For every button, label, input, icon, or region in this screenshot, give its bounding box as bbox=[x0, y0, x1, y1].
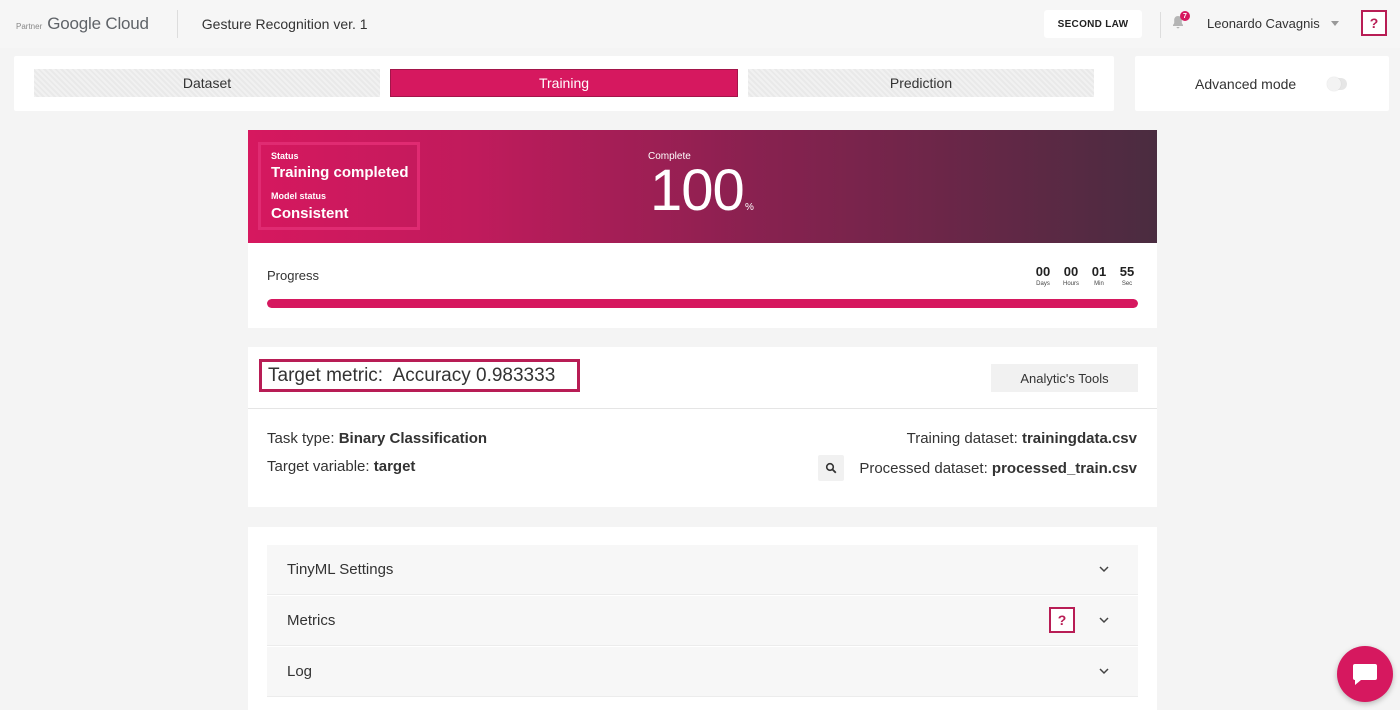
google-cloud-partner-logo[interactable]: Partner Google Cloud bbox=[16, 14, 149, 34]
progress-card: Progress 00 Days 00 Hours 01 Min 55 Sec bbox=[248, 243, 1157, 328]
status-box: Status Training completed Model status C… bbox=[258, 142, 420, 230]
countdown-unit: Sec bbox=[1121, 281, 1133, 287]
search-icon-glyph bbox=[825, 462, 837, 474]
accordion-title: Log bbox=[287, 663, 313, 680]
target-metric: Target metric: Accuracy 0.983333 bbox=[259, 359, 580, 392]
divider bbox=[248, 408, 1157, 409]
chevron-down-icon[interactable] bbox=[1098, 563, 1110, 575]
accordion-title: Metrics bbox=[287, 612, 336, 629]
status-label: Status bbox=[271, 151, 299, 161]
accordion-tinyml-settings[interactable]: TinyML Settings bbox=[267, 545, 1138, 595]
advanced-mode-label: Advanced mode bbox=[1195, 76, 1297, 92]
metrics-help-button[interactable]: ? bbox=[1049, 607, 1075, 633]
chat-bubble-icon[interactable] bbox=[1337, 646, 1393, 702]
countdown-value: 01 bbox=[1091, 264, 1107, 279]
analytics-tools-button[interactable]: Analytic's Tools bbox=[991, 364, 1138, 392]
accordion-title: TinyML Settings bbox=[287, 561, 394, 578]
status-value: Training completed bbox=[271, 164, 409, 181]
countdown-unit: Hours bbox=[1062, 281, 1079, 287]
chevron-down-icon[interactable] bbox=[1098, 614, 1110, 626]
top-header: Partner Google Cloud Gesture Recognition… bbox=[0, 0, 1400, 48]
notification-badge: 7 bbox=[1180, 11, 1190, 21]
countdown-hours: 00 Hours bbox=[1061, 265, 1081, 287]
tab-prediction[interactable]: Prediction bbox=[748, 69, 1094, 97]
tab-training[interactable]: Training bbox=[390, 69, 738, 97]
target-variable-value: target bbox=[373, 458, 416, 475]
chat-bubble-glyph bbox=[1353, 664, 1377, 685]
target-variable-label: Target variable: bbox=[267, 458, 370, 475]
user-name[interactable]: Leonardo Cavagnis bbox=[1207, 16, 1320, 31]
header-divider-right bbox=[1160, 12, 1161, 38]
task-type: Task type: Binary Classification bbox=[267, 430, 487, 447]
accordion-log[interactable]: Log bbox=[267, 647, 1138, 697]
progress-bar-fill bbox=[267, 299, 1138, 308]
project-title: Gesture Recognition ver. 1 bbox=[201, 16, 368, 32]
training-status-banner: Status Training completed Model status C… bbox=[248, 130, 1157, 243]
header-divider bbox=[176, 10, 178, 38]
training-dataset-label: Training dataset: bbox=[906, 430, 1018, 447]
training-dataset-value: trainingdata.csv bbox=[1021, 430, 1137, 447]
accordion-metrics[interactable]: Metrics ? bbox=[267, 596, 1138, 646]
advanced-mode-panel: Advanced mode bbox=[1135, 56, 1389, 111]
details-accordion: TinyML Settings Metrics ? Log bbox=[248, 527, 1157, 710]
tab-dataset[interactable]: Dataset bbox=[34, 69, 380, 97]
model-status-label: Model status bbox=[271, 191, 327, 201]
organization-button[interactable]: SECOND LAW bbox=[1044, 10, 1142, 38]
advanced-mode-toggle[interactable] bbox=[1327, 77, 1347, 91]
search-icon[interactable] bbox=[818, 455, 844, 481]
countdown-value: 00 bbox=[1063, 264, 1079, 279]
complete-unit: % bbox=[745, 202, 754, 213]
progress-bar bbox=[267, 299, 1138, 308]
processed-dataset-label: Processed dataset: bbox=[859, 460, 988, 477]
elapsed-countdown: 00 Days 00 Hours 01 Min 55 Sec bbox=[1033, 265, 1137, 287]
chevron-down-icon[interactable] bbox=[1098, 665, 1110, 677]
countdown-value: 00 bbox=[1035, 264, 1051, 279]
task-type-value: Binary Classification bbox=[338, 430, 488, 447]
countdown-days: 00 Days bbox=[1033, 265, 1053, 287]
model-status-value: Consistent bbox=[271, 205, 349, 222]
target-variable: Target variable: target bbox=[267, 458, 415, 475]
countdown-unit: Min bbox=[1094, 281, 1104, 287]
brand-name: Google Cloud bbox=[47, 14, 149, 33]
chevron-down-icon[interactable] bbox=[1331, 21, 1339, 26]
processed-dataset-value: processed_train.csv bbox=[991, 460, 1137, 477]
countdown-minutes: 01 Min bbox=[1089, 265, 1109, 287]
countdown-unit: Days bbox=[1036, 281, 1050, 287]
training-dataset: Training dataset: trainingdata.csv bbox=[907, 430, 1137, 447]
help-button[interactable]: ? bbox=[1361, 10, 1387, 36]
task-type-label: Task type: bbox=[267, 430, 335, 447]
countdown-seconds: 55 Sec bbox=[1117, 265, 1137, 287]
model-summary-card: Target metric: Accuracy 0.983333 Analyti… bbox=[248, 347, 1157, 507]
processed-dataset: Processed dataset: processed_train.csv bbox=[859, 460, 1137, 477]
countdown-value: 55 bbox=[1119, 264, 1135, 279]
complete-value: 100 bbox=[650, 158, 745, 223]
partner-label: Partner bbox=[16, 22, 43, 31]
progress-label: Progress bbox=[267, 268, 320, 283]
workflow-tabs: Dataset Training Prediction bbox=[14, 56, 1114, 111]
